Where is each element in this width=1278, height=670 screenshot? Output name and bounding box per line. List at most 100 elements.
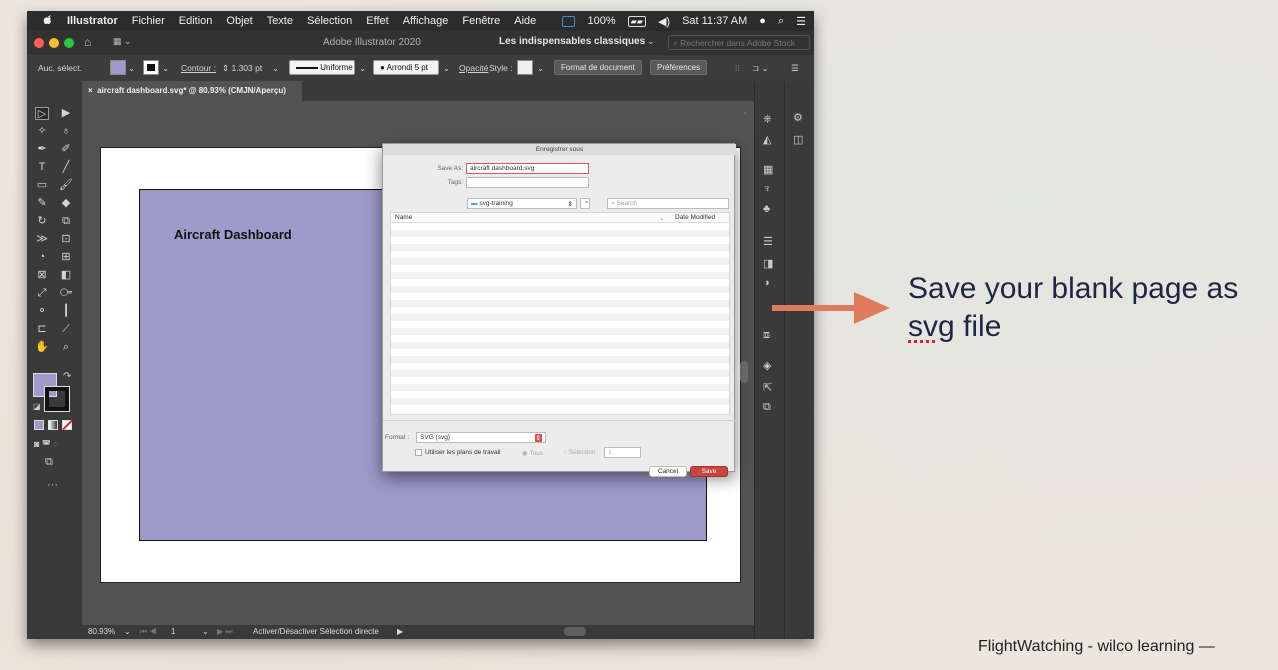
column-name[interactable]: Name bbox=[395, 214, 412, 221]
chevron-down-icon[interactable]: ⌄ bbox=[202, 627, 209, 636]
workspace-switcher[interactable]: Les indispensables classiques bbox=[499, 36, 645, 47]
menu-app-name[interactable]: Illustrator bbox=[67, 15, 118, 27]
save-as-input[interactable]: aircraft dashboard.svg bbox=[466, 163, 589, 174]
minimize-window-button[interactable] bbox=[49, 38, 59, 48]
line-tool-icon[interactable]: ╱ bbox=[59, 161, 73, 174]
scroll-up-icon[interactable]: ⌃ bbox=[742, 111, 749, 120]
document-setup-button[interactable]: Format de document bbox=[554, 60, 642, 75]
format-select[interactable]: SVG (svg) ⇕ bbox=[416, 432, 546, 443]
symbol-sprayer-icon[interactable]: ⚬ bbox=[35, 305, 49, 318]
menu-texte[interactable]: Texte bbox=[267, 15, 293, 27]
fill-swatch[interactable] bbox=[110, 60, 126, 75]
dialog-search-input[interactable]: ⌕ Search bbox=[607, 198, 729, 209]
curvature-tool-icon[interactable]: ✐ bbox=[59, 143, 73, 156]
transparency-icon[interactable]: ◑ bbox=[763, 277, 770, 289]
layout-switcher-icon[interactable]: ▦ ⌄ bbox=[113, 36, 132, 47]
menu-affichage[interactable]: Affichage bbox=[403, 15, 449, 27]
export-icon[interactable]: ⇱ bbox=[763, 381, 772, 394]
magic-wand-icon[interactable]: ✧ bbox=[35, 125, 49, 138]
sort-chevron-icon[interactable]: ⌄ bbox=[659, 214, 664, 222]
all-radio[interactable]: ◉ Tous bbox=[522, 449, 543, 457]
battery-icon[interactable]: ▰▰ bbox=[627, 15, 646, 27]
column-date-modified[interactable]: Date Modified bbox=[675, 214, 715, 221]
brushes-icon[interactable]: ♆ bbox=[763, 183, 771, 195]
default-colors-icon[interactable]: ◪ bbox=[33, 402, 41, 411]
direct-selection-tool-icon[interactable]: ▶ bbox=[59, 107, 73, 120]
zoom-tool-icon[interactable]: ⌕ bbox=[59, 341, 73, 354]
chevron-down-icon[interactable]: ⌄ bbox=[537, 63, 544, 74]
menubar-clock[interactable]: Sat 11:37 AM bbox=[682, 15, 747, 27]
menu-objet[interactable]: Objet bbox=[226, 15, 252, 27]
graphic-style-swatch[interactable] bbox=[517, 60, 533, 75]
paintbrush-tool-icon[interactable]: 🖌 bbox=[59, 179, 73, 192]
horizontal-scrollbar[interactable] bbox=[564, 627, 586, 636]
blend-tool-icon[interactable]: ⧃ bbox=[59, 287, 73, 300]
symbols-icon[interactable]: ♣ bbox=[763, 203, 770, 215]
opacity-label[interactable]: Opacité bbox=[459, 63, 488, 73]
document-info-icon[interactable]: ◭ bbox=[763, 133, 771, 146]
zoom-level[interactable]: 80.93% bbox=[88, 627, 115, 636]
save-button[interactable]: Save bbox=[690, 466, 728, 477]
contour-label[interactable]: Contour : bbox=[181, 63, 216, 73]
menu-edition[interactable]: Edition bbox=[179, 15, 213, 27]
expand-dialog-button[interactable]: ⌃ bbox=[580, 198, 590, 209]
status-menu-icon[interactable]: ▶ bbox=[397, 627, 403, 636]
stock-search-input[interactable]: ⌕ Rechercher dans Adobe Stock bbox=[668, 35, 810, 50]
transform-icon[interactable]: ⊐ ⌄ bbox=[752, 63, 769, 74]
spotlight-search-icon[interactable]: ⌕ bbox=[778, 15, 784, 28]
range-input[interactable]: 1 bbox=[604, 447, 641, 458]
libraries-icon[interactable]: ◫ bbox=[793, 133, 803, 146]
artboard-nav-next-icon[interactable]: ▶ ⏭ bbox=[217, 627, 233, 637]
panel-menu-icon[interactable]: ☰ bbox=[791, 63, 799, 74]
control-center-icon[interactable]: ☰ bbox=[796, 15, 806, 28]
align-icon[interactable]: ⁞⁞ bbox=[735, 63, 740, 73]
gradient-panel-icon[interactable]: ◨ bbox=[763, 257, 773, 270]
stroke-swatch[interactable] bbox=[143, 60, 159, 75]
menu-effet[interactable]: Effet bbox=[366, 15, 388, 27]
artboards-checkbox[interactable] bbox=[415, 449, 422, 456]
stroke-profile-select[interactable]: Uniforme bbox=[289, 60, 355, 75]
draw-mode-icon[interactable]: ◙ ◚ ◌ bbox=[34, 439, 59, 450]
chevron-down-icon[interactable]: ⌄ bbox=[272, 63, 279, 74]
eyedropper-tool-icon[interactable]: ⤢ bbox=[35, 287, 49, 300]
volume-icon[interactable]: ◀) bbox=[658, 15, 670, 28]
color-mode-icon[interactable] bbox=[34, 420, 44, 430]
artboard-tool-icon[interactable]: ⊏ bbox=[35, 323, 49, 336]
menu-fenetre[interactable]: Fenêtre bbox=[462, 15, 500, 27]
none-mode-icon[interactable] bbox=[62, 419, 73, 431]
properties-icon[interactable]: ⚙ bbox=[793, 111, 803, 124]
range-radio[interactable]: ○ Sélection bbox=[563, 449, 595, 456]
gradient-mode-icon[interactable] bbox=[48, 420, 58, 430]
selection-tool-icon[interactable]: ▷ bbox=[35, 107, 49, 120]
shaper-tool-icon[interactable]: ✎ bbox=[35, 197, 49, 210]
tags-input[interactable] bbox=[466, 177, 589, 188]
color-guide-icon[interactable]: ⎈ bbox=[763, 113, 772, 126]
chevron-down-icon[interactable]: ⌄ bbox=[443, 63, 450, 74]
type-tool-icon[interactable]: T bbox=[35, 161, 49, 174]
file-browser[interactable]: Name ⌄ Date Modified bbox=[390, 212, 730, 415]
preferences-button[interactable]: Préférences bbox=[650, 60, 708, 75]
user-icon[interactable]: ● bbox=[759, 15, 766, 27]
pen-tool-icon[interactable]: ✒ bbox=[35, 143, 49, 156]
cancel-button[interactable]: Cancel bbox=[649, 466, 687, 477]
screen-mode-icon[interactable]: ⧉ bbox=[45, 456, 53, 469]
brush-select[interactable]: ● Arrondi 5 pt bbox=[373, 60, 439, 75]
gradient-tool-icon[interactable]: ◧ bbox=[59, 269, 73, 282]
close-window-button[interactable] bbox=[34, 38, 44, 48]
stroke-weight-stepper[interactable]: ⇕ 1.303 pt bbox=[222, 63, 262, 74]
scale-tool-icon[interactable]: ⧉ bbox=[59, 215, 73, 228]
eraser-tool-icon[interactable]: ◆ bbox=[59, 197, 73, 210]
stroke-color-swatch[interactable] bbox=[44, 386, 70, 412]
more-tools-icon[interactable]: ··· bbox=[47, 479, 58, 491]
artboards-panel-icon[interactable]: ⧉ bbox=[763, 401, 771, 414]
lasso-tool-icon[interactable]: ♁ bbox=[59, 125, 73, 138]
graph-tool-icon[interactable]: ┃ bbox=[59, 305, 73, 318]
menu-selection[interactable]: Sélection bbox=[307, 15, 352, 27]
artboard-number[interactable]: 1 bbox=[171, 627, 175, 636]
folder-select[interactable]: ▬ svg-training ⇕ bbox=[467, 198, 577, 209]
close-tab-icon[interactable]: × bbox=[88, 86, 97, 95]
artboard-title-text[interactable]: Aircraft Dashboard bbox=[174, 227, 292, 242]
document-tab[interactable]: × aircraft dashboard.svg* @ 80.93% (CMJN… bbox=[82, 81, 302, 101]
width-tool-icon[interactable]: ≫ bbox=[35, 233, 49, 246]
slice-tool-icon[interactable]: ⟋ bbox=[59, 323, 73, 336]
